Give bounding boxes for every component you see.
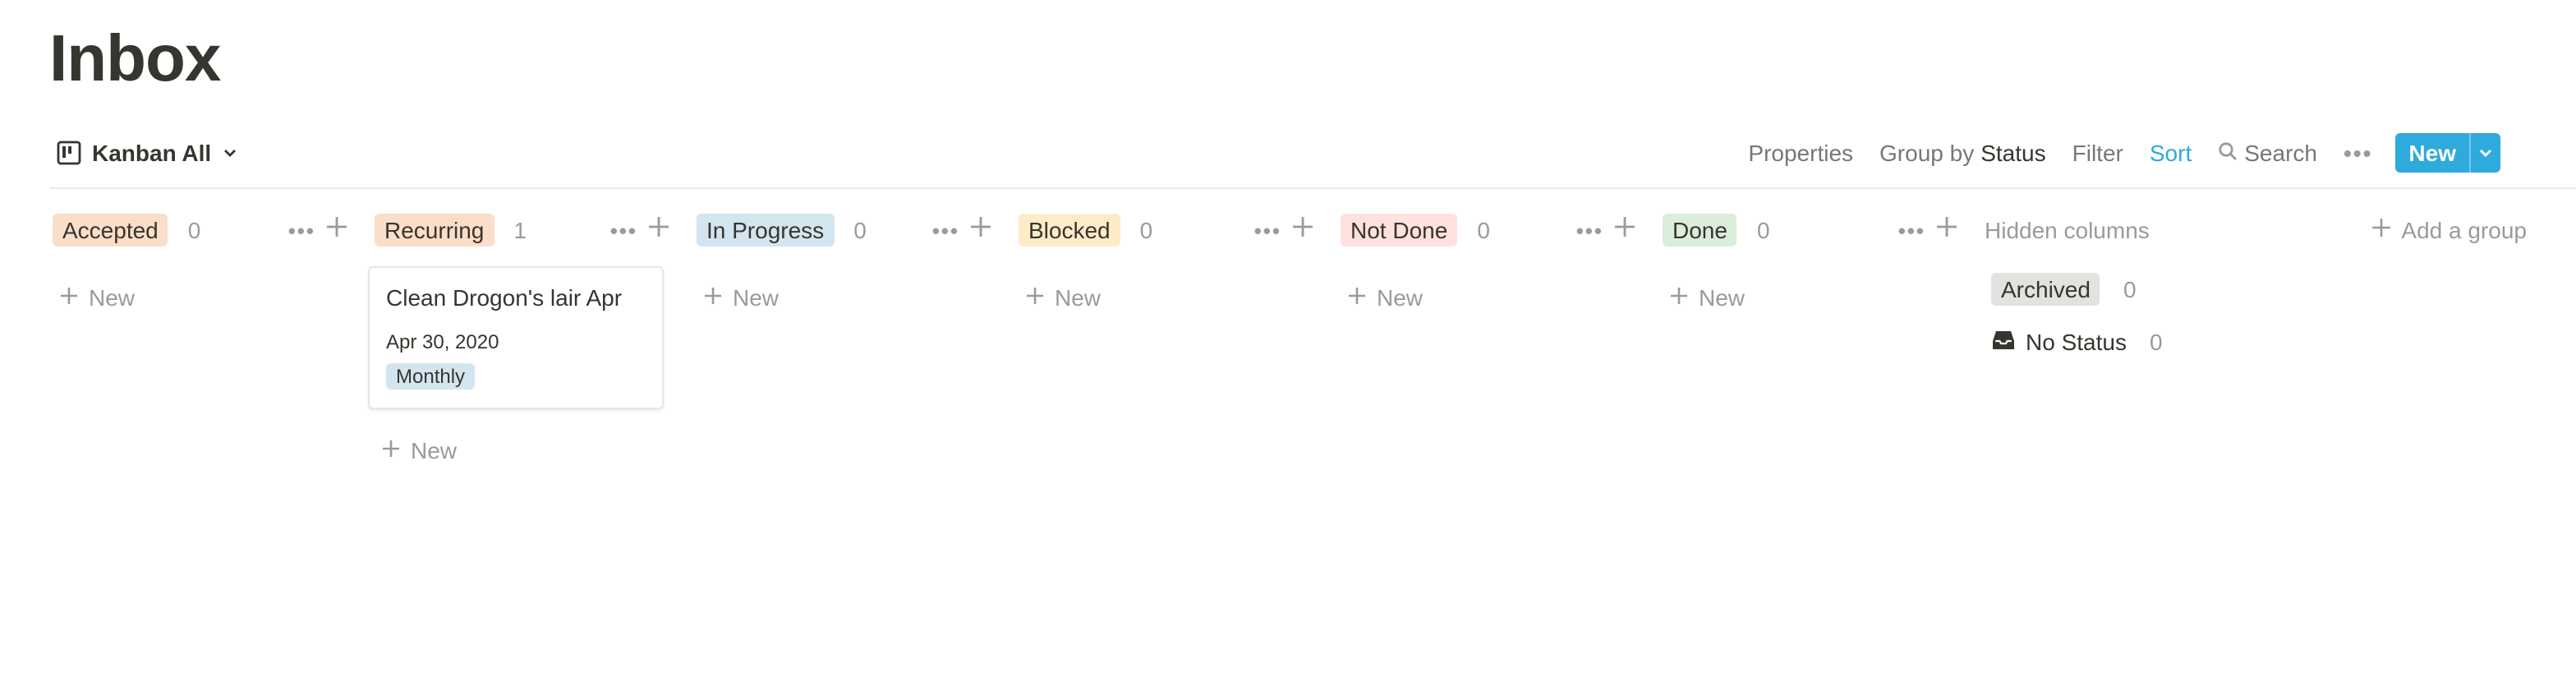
board-column-blocked: Blocked 0 ••• New [1019, 210, 1314, 316]
chevron-down-icon [2477, 140, 2494, 166]
status-pill[interactable]: Accepted [53, 214, 168, 247]
plus-icon [325, 214, 348, 246]
new-card-button[interactable]: New [1341, 279, 1636, 316]
plus-icon [1613, 214, 1636, 246]
plus-icon [1347, 284, 1367, 311]
new-button-group: New [2395, 133, 2500, 173]
plus-icon [381, 437, 401, 463]
card-date: Apr 30, 2020 [386, 330, 499, 353]
column-count: 0 [2149, 329, 2163, 355]
view-switcher[interactable]: Kanban All [56, 135, 237, 171]
new-card-button[interactable]: New [1019, 279, 1314, 316]
column-header: Blocked 0 ••• [1019, 210, 1314, 250]
column-count: 0 [2123, 276, 2137, 302]
board-column-in-progress: In Progress 0 ••• New [697, 210, 992, 316]
new-card-label: New [1377, 284, 1424, 311]
board-column-done: Done 0 ••• New [1663, 210, 1958, 316]
column-more-button[interactable]: ••• [932, 218, 959, 242]
plus-icon [1025, 284, 1045, 311]
toolbar-divider [49, 187, 2576, 189]
card-tag: Monthly [386, 363, 476, 390]
plus-icon [2370, 217, 2391, 243]
column-add-button[interactable] [325, 214, 348, 246]
new-card-label: New [411, 437, 458, 463]
hidden-column-label: No Status [2026, 329, 2127, 355]
new-card-button[interactable]: New [53, 279, 348, 316]
column-header: Accepted 0 ••• [53, 210, 348, 250]
column-header: In Progress 0 ••• [697, 210, 992, 250]
column-add-button[interactable] [1291, 214, 1314, 246]
search-button[interactable]: Search [2205, 131, 2330, 174]
column-more-button[interactable]: ••• [1254, 218, 1281, 242]
group-by-value: Status [1980, 140, 2046, 166]
group-by-prefix: Group by [1879, 140, 1975, 166]
plus-icon [1669, 284, 1689, 311]
view-toolbar: Properties Group by Status Filter Sort S… [1735, 131, 2500, 174]
column-count: 0 [187, 217, 201, 243]
column-add-button[interactable] [1613, 214, 1636, 246]
hidden-column-archived[interactable]: Archived 0 [1991, 271, 2527, 307]
column-add-button[interactable] [969, 214, 992, 246]
status-pill[interactable]: Blocked [1019, 214, 1120, 247]
new-card-label: New [89, 284, 136, 311]
plus-icon [703, 284, 723, 311]
status-pill[interactable]: Done [1663, 214, 1737, 247]
new-button[interactable]: New [2395, 133, 2469, 173]
search-label: Search [2244, 140, 2317, 166]
column-count: 0 [853, 217, 867, 243]
add-group-button[interactable]: Add a group [2370, 210, 2527, 250]
board-column-recurring: Recurring 1 ••• Clean Drogon's lair Apr … [368, 210, 670, 468]
new-card-label: New [733, 284, 780, 311]
new-dropdown-button[interactable] [2469, 133, 2500, 173]
board-icon [56, 140, 82, 166]
status-pill: Archived [1991, 273, 2100, 306]
plus-icon [1935, 214, 1958, 246]
new-card-label: New [1055, 284, 1102, 311]
new-card-button[interactable]: New [1663, 279, 1958, 316]
column-more-button[interactable]: ••• [1576, 218, 1603, 242]
plus-icon [59, 284, 79, 311]
filter-button[interactable]: Filter [2059, 131, 2137, 174]
page-title[interactable]: Inbox [49, 20, 221, 99]
chevron-down-icon [221, 145, 237, 161]
column-header: Done 0 ••• [1663, 210, 1958, 250]
status-pill[interactable]: Recurring [375, 214, 494, 247]
column-count: 0 [1139, 217, 1153, 243]
column-count: 1 [513, 217, 527, 243]
new-card-label: New [1699, 284, 1746, 311]
column-add-button[interactable] [647, 214, 670, 246]
properties-button[interactable]: Properties [1735, 131, 1866, 174]
more-options-button[interactable]: ••• [2330, 131, 2385, 174]
plus-icon [1291, 214, 1314, 246]
column-add-button[interactable] [1935, 214, 1958, 246]
view-label: Kanban All [92, 140, 212, 166]
column-header: Recurring 1 ••• [375, 210, 670, 250]
column-more-button[interactable]: ••• [1898, 218, 1925, 242]
card-title: Clean Drogon's lair Apr [386, 284, 623, 311]
group-by-button[interactable]: Group by Status [1866, 131, 2059, 174]
new-card-button[interactable]: New [697, 279, 992, 316]
plus-icon [969, 214, 992, 246]
column-more-button[interactable]: ••• [288, 218, 315, 242]
new-card-button[interactable]: New [375, 432, 670, 468]
column-count: 0 [1756, 217, 1770, 243]
search-icon [2218, 131, 2238, 174]
status-pill[interactable]: In Progress [697, 214, 835, 247]
board-column-not-done: Not Done 0 ••• New [1341, 210, 1636, 316]
column-header: Not Done 0 ••• [1341, 210, 1636, 250]
board-column-accepted: Accepted 0 ••• New [53, 210, 348, 316]
sort-button[interactable]: Sort [2137, 131, 2205, 174]
hidden-columns-panel: Hidden columns Add a group Archived 0 No… [1985, 210, 2527, 360]
kanban-card[interactable]: Clean Drogon's lair Apr Apr 30, 2020 Mon… [368, 266, 664, 409]
add-group-label: Add a group [2401, 217, 2527, 243]
plus-icon [647, 214, 670, 246]
column-more-button[interactable]: ••• [610, 218, 637, 242]
hidden-column-no-status[interactable]: No Status 0 [1991, 324, 2527, 360]
status-pill[interactable]: Not Done [1341, 214, 1458, 247]
inbox-icon [1991, 328, 2016, 356]
column-count: 0 [1477, 217, 1490, 243]
